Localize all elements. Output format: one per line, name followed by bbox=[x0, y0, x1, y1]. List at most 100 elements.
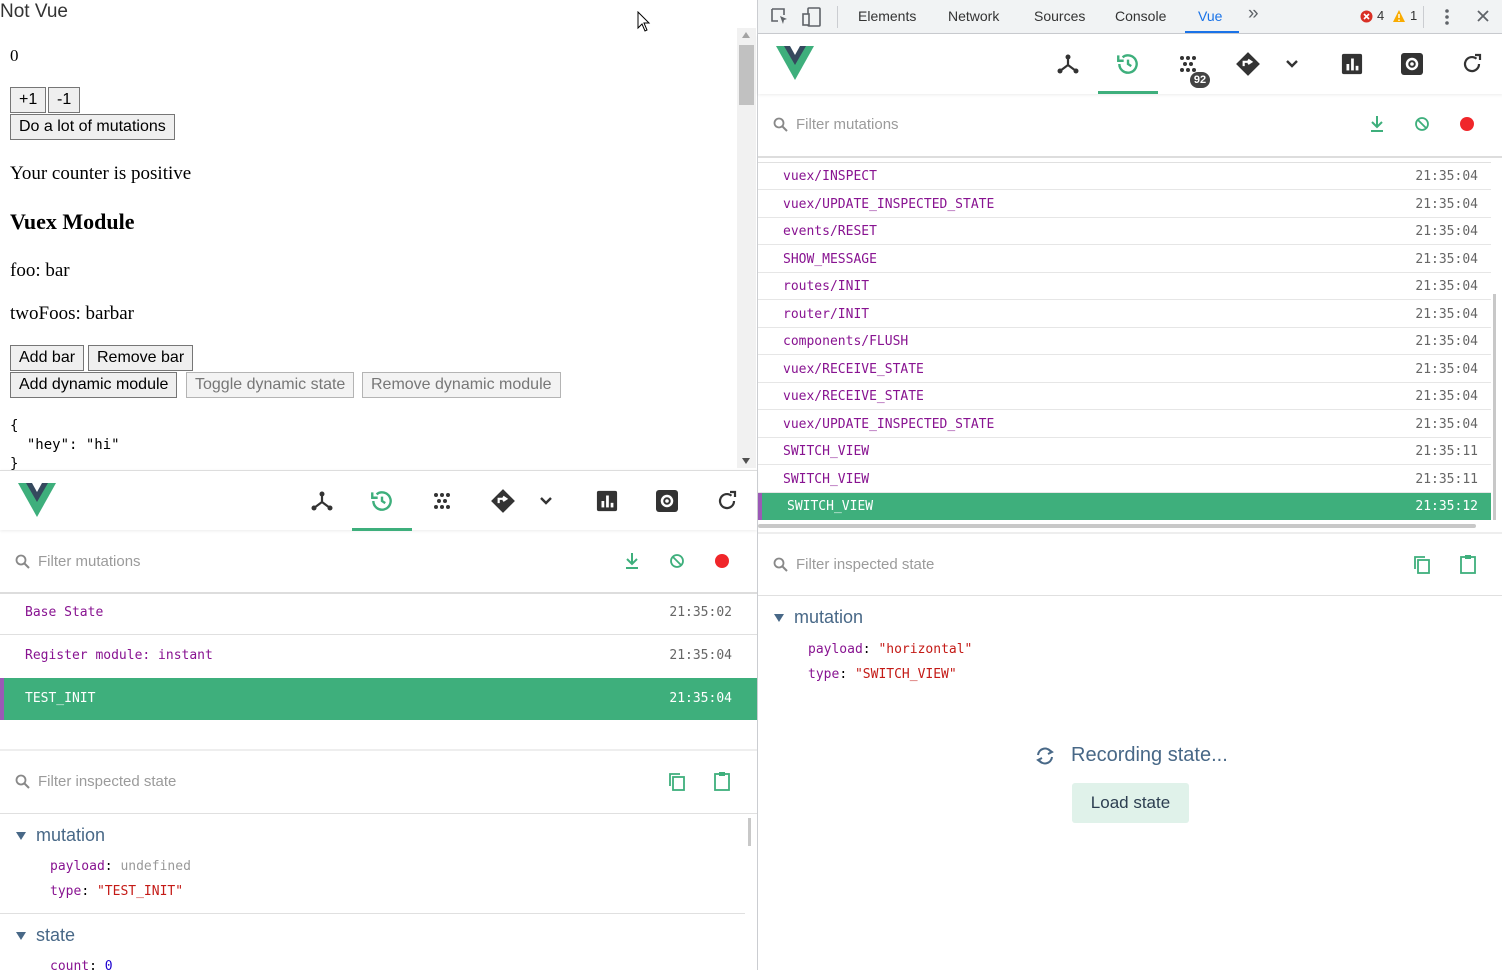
error-count[interactable]: 4 bbox=[1377, 8, 1384, 23]
clear-icon[interactable] bbox=[669, 553, 685, 569]
mutation-row[interactable]: SWITCH_VIEW 21:35:11 bbox=[758, 438, 1491, 465]
mutation-time: 21:35:11 bbox=[1415, 471, 1478, 487]
mutation-row-selected[interactable]: TEST_INIT 21:35:04 bbox=[0, 678, 757, 720]
mutation-row[interactable]: vuex/RECEIVE_STATE 21:35:04 bbox=[758, 383, 1491, 410]
record-icon[interactable] bbox=[1459, 116, 1475, 132]
remove-bar-button[interactable]: Remove bar bbox=[88, 345, 194, 371]
type-key: type bbox=[50, 884, 82, 899]
collapse-triangle-icon[interactable] bbox=[16, 832, 26, 841]
mutation-time: 21:35:04 bbox=[1415, 251, 1478, 267]
page-scrollbar[interactable] bbox=[737, 28, 756, 468]
close-icon[interactable] bbox=[1476, 9, 1490, 23]
refresh-icon[interactable] bbox=[1452, 44, 1492, 84]
pane-splitter[interactable] bbox=[758, 532, 1502, 534]
type-key: type bbox=[808, 667, 840, 682]
paste-icon[interactable] bbox=[1459, 554, 1477, 574]
inspect-element-icon[interactable] bbox=[770, 7, 790, 27]
scroll-thumb[interactable] bbox=[739, 45, 754, 105]
mutation-row[interactable]: components/FLUSH 21:35:04 bbox=[758, 328, 1491, 355]
performance-tab-icon[interactable] bbox=[1332, 44, 1372, 84]
tab-sources[interactable]: Sources bbox=[1034, 8, 1085, 24]
increment-button[interactable]: +1 bbox=[10, 87, 47, 113]
vuex-history-tab-icon[interactable] bbox=[1108, 44, 1148, 84]
mutation-row[interactable]: SHOW_MESSAGE 21:35:04 bbox=[758, 246, 1491, 273]
mutation-row[interactable]: vuex/RECEIVE_STATE 21:35:04 bbox=[758, 356, 1491, 383]
copy-icon[interactable] bbox=[668, 772, 686, 792]
mutation-time: 21:35:04 bbox=[1415, 279, 1478, 294]
tab-console[interactable]: Console bbox=[1115, 8, 1166, 24]
active-tab-underline bbox=[352, 528, 412, 531]
state-section-header[interactable]: state bbox=[16, 925, 75, 946]
clear-icon[interactable] bbox=[1414, 116, 1430, 132]
filter-inspected-state-input[interactable] bbox=[38, 770, 438, 792]
mutation-row[interactable]: events/RESET 21:35:04 bbox=[758, 218, 1491, 245]
warning-count[interactable]: 1 bbox=[1410, 8, 1417, 23]
collapse-triangle-icon[interactable] bbox=[774, 614, 784, 623]
tab-vue[interactable]: Vue bbox=[1198, 8, 1222, 24]
mutation-section-header[interactable]: mutation bbox=[16, 825, 105, 846]
routing-tab-icon[interactable] bbox=[483, 481, 523, 521]
settings-tab-icon[interactable] bbox=[1392, 44, 1432, 84]
mutation-row[interactable]: vuex/UPDATE_INSPECTED_STATE 21:35:04 bbox=[758, 411, 1491, 438]
search-icon bbox=[773, 117, 788, 132]
divider bbox=[1423, 6, 1424, 28]
remove-dynamic-module-button[interactable]: Remove dynamic module bbox=[362, 372, 561, 398]
filter-inspected-state-input[interactable] bbox=[796, 553, 1196, 575]
routing-tab-icon[interactable] bbox=[1228, 44, 1268, 84]
divider bbox=[758, 156, 1502, 158]
mutation-row[interactable]: Register module: instant 21:35:04 bbox=[0, 635, 757, 677]
paste-icon[interactable] bbox=[713, 771, 731, 791]
add-dynamic-module-button[interactable]: Add dynamic module bbox=[10, 372, 178, 398]
mutation-name: Base State bbox=[25, 605, 104, 620]
filter-mutations-input[interactable] bbox=[38, 550, 438, 572]
chevron-down-icon[interactable] bbox=[526, 481, 566, 521]
scroll-up-arrow[interactable] bbox=[742, 32, 750, 38]
mutation-row[interactable]: router/INIT 21:35:04 bbox=[758, 301, 1491, 328]
collapse-triangle-icon[interactable] bbox=[16, 932, 26, 941]
device-toggle-icon[interactable] bbox=[802, 7, 822, 27]
mutation-row[interactable]: Base State 21:35:02 bbox=[0, 592, 757, 634]
mutation-section-header[interactable]: mutation bbox=[774, 607, 863, 628]
components-tab-icon[interactable] bbox=[302, 481, 342, 521]
horizontal-scrollbar[interactable] bbox=[758, 524, 1476, 528]
mouse-cursor-icon bbox=[637, 11, 651, 32]
record-icon[interactable] bbox=[714, 553, 730, 569]
decrement-button[interactable]: -1 bbox=[48, 87, 81, 113]
toggle-dynamic-state-button[interactable]: Toggle dynamic state bbox=[186, 372, 355, 398]
tab-elements[interactable]: Elements bbox=[858, 8, 916, 24]
performance-tab-icon[interactable] bbox=[587, 481, 627, 521]
vuex-history-tab-icon[interactable] bbox=[362, 481, 402, 521]
settings-tab-icon[interactable] bbox=[647, 481, 687, 521]
kebab-menu-icon[interactable] bbox=[1444, 8, 1450, 26]
devtools-toolbar bbox=[0, 470, 757, 531]
mutation-row[interactable]: vuex/UPDATE_INSPECTED_STATE 21:35:04 bbox=[758, 191, 1491, 218]
load-state-button[interactable]: Load state bbox=[1072, 783, 1189, 823]
mutation-row[interactable]: routes/INIT 21:35:04 bbox=[758, 273, 1491, 300]
components-tab-icon[interactable] bbox=[1048, 44, 1088, 84]
mutation-row[interactable]: SWITCH_VIEW 21:35:11 bbox=[758, 466, 1491, 493]
mutation-row[interactable]: vuex/INSPECT 21:35:04 bbox=[758, 163, 1491, 190]
events-tab-icon[interactable] bbox=[422, 481, 462, 521]
scroll-down-arrow[interactable] bbox=[742, 458, 750, 464]
mutation-list-scrollbar[interactable] bbox=[1493, 294, 1496, 520]
download-icon[interactable] bbox=[1369, 115, 1385, 133]
chevron-down-icon[interactable] bbox=[1272, 44, 1312, 84]
type-value: "TEST_INIT" bbox=[96, 884, 184, 899]
divider bbox=[0, 913, 745, 914]
mutation-row-selected[interactable]: SWITCH_VIEW 21:35:12 bbox=[758, 493, 1491, 520]
filter-mutations-input[interactable] bbox=[796, 113, 1196, 135]
mutation-name: vuex/INSPECT bbox=[783, 169, 877, 184]
devtools-toolbar: 92 bbox=[758, 34, 1502, 94]
refresh-icon[interactable] bbox=[707, 481, 747, 521]
type-entry: type: "TEST_INIT" bbox=[50, 884, 184, 899]
payload-key: payload bbox=[808, 642, 863, 657]
add-bar-button[interactable]: Add bar bbox=[10, 345, 85, 371]
copy-icon[interactable] bbox=[1413, 555, 1431, 575]
mutation-time: 21:35:04 bbox=[1415, 169, 1478, 184]
inspector-scrollbar[interactable] bbox=[748, 818, 751, 846]
download-icon[interactable] bbox=[624, 552, 640, 570]
mutations-button[interactable]: Do a lot of mutations bbox=[10, 114, 175, 140]
pane-splitter[interactable] bbox=[0, 749, 757, 751]
tab-network[interactable]: Network bbox=[948, 8, 999, 24]
more-tabs-button[interactable]: » bbox=[1248, 3, 1259, 25]
